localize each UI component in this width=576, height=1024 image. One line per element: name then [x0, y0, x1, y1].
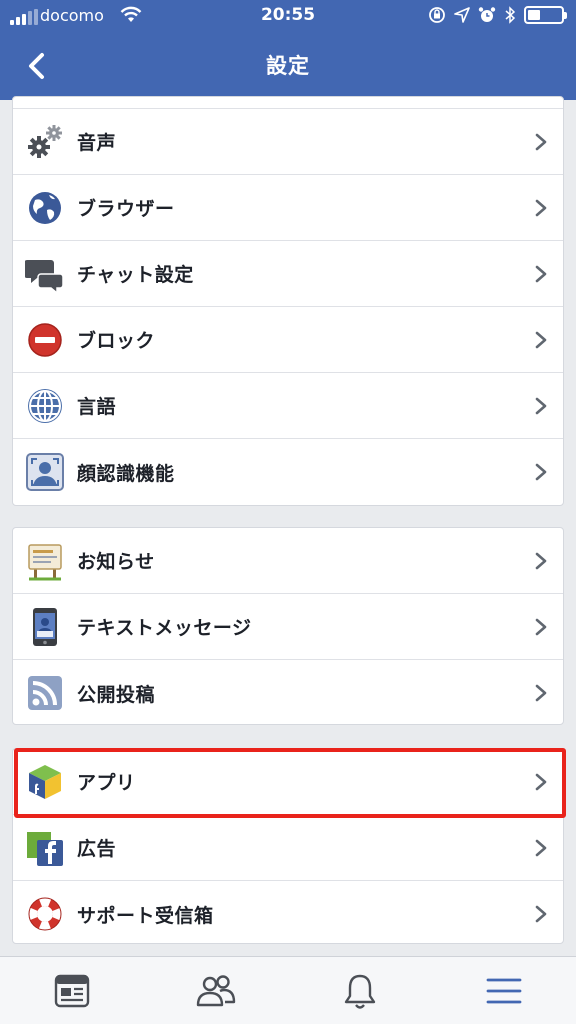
chevron-right-icon	[535, 684, 547, 702]
battery-icon	[524, 6, 567, 24]
news-feed-icon	[54, 974, 90, 1007]
navigation-bar: docomo 20:55 設定	[0, 0, 576, 100]
chevron-right-icon	[535, 618, 547, 636]
settings-group-apps: アプリ 広告 サポート受信箱	[12, 748, 564, 944]
chat-bubbles-icon	[25, 254, 65, 294]
chevron-right-icon	[535, 839, 547, 857]
chevron-right-icon	[535, 463, 547, 481]
orientation-lock-icon	[429, 7, 445, 23]
settings-row-notifications[interactable]: お知らせ	[13, 528, 563, 594]
chevron-right-icon	[535, 199, 547, 217]
settings-row-face-recognition[interactable]: 顔認識機能	[13, 439, 563, 505]
settings-row-label: テキストメッセージ	[77, 617, 252, 639]
settings-row-public-posts[interactable]: 公開投稿	[13, 660, 563, 724]
chevron-right-icon	[535, 265, 547, 283]
settings-row-label: 音声	[77, 132, 117, 154]
settings-row-label: 言語	[77, 396, 117, 418]
settings-group-general: 音声 ブラウザー チャット設定 ブロック 言語 顔認識機能	[12, 96, 564, 506]
settings-row-text-messages[interactable]: テキストメッセージ	[13, 594, 563, 660]
settings-row-label: ブロック	[77, 330, 156, 352]
page-title: 設定	[266, 54, 310, 78]
chevron-right-icon	[535, 133, 547, 151]
settings-row-language[interactable]: 言語	[13, 373, 563, 439]
settings-row-label: アプリ	[77, 772, 136, 794]
language-globe-icon	[25, 386, 65, 426]
menu-icon	[486, 978, 522, 1003]
settings-row-ads[interactable]: 広告	[13, 815, 563, 881]
location-icon	[454, 7, 470, 23]
settings-row-label: 顔認識機能	[77, 462, 175, 485]
notice-board-icon	[25, 541, 65, 581]
settings-row-support-inbox[interactable]: サポート受信箱	[13, 881, 563, 943]
alarm-icon	[478, 7, 496, 22]
chevron-right-icon	[535, 773, 547, 791]
settings-group-notifications: お知らせ テキストメッセージ 公開投稿	[12, 527, 564, 725]
chevron-right-icon	[535, 552, 547, 570]
tab-news-feed[interactable]	[0, 957, 144, 1024]
globe-icon	[25, 188, 65, 228]
chevron-right-icon	[535, 905, 547, 923]
settings-row-sound[interactable]: 音声	[13, 109, 563, 175]
settings-row-chat[interactable]: チャット設定	[13, 241, 563, 307]
block-icon	[25, 320, 65, 360]
settings-row-apps[interactable]: アプリ	[13, 749, 563, 815]
tab-notifications[interactable]	[288, 957, 432, 1024]
chevron-right-icon	[535, 331, 547, 349]
settings-row-label: チャット設定	[77, 264, 194, 286]
bluetooth-icon	[505, 6, 516, 24]
chevron-right-icon	[535, 397, 547, 415]
face-recognition-icon	[25, 452, 65, 492]
tab-friends[interactable]	[144, 957, 288, 1024]
settings-row-block[interactable]: ブロック	[13, 307, 563, 373]
bell-icon	[344, 974, 376, 1009]
friends-icon	[196, 974, 236, 1006]
apps-cube-icon	[25, 762, 65, 802]
tab-bar	[0, 956, 576, 1024]
tab-menu[interactable]	[432, 957, 576, 1024]
status-bar: docomo 20:55	[0, 0, 576, 34]
rss-icon	[25, 673, 65, 713]
settings-row-label: 広告	[77, 838, 117, 860]
ads-icon	[25, 828, 65, 868]
phone-icon	[25, 607, 65, 647]
lifebuoy-icon	[25, 894, 65, 934]
settings-row-label: サポート受信箱	[77, 904, 214, 927]
settings-row-label: 公開投稿	[77, 683, 156, 706]
settings-row-label: ブラウザー	[77, 198, 175, 220]
settings-row-label: お知らせ	[77, 551, 155, 573]
gears-icon	[25, 122, 65, 162]
settings-row-browser[interactable]: ブラウザー	[13, 175, 563, 241]
